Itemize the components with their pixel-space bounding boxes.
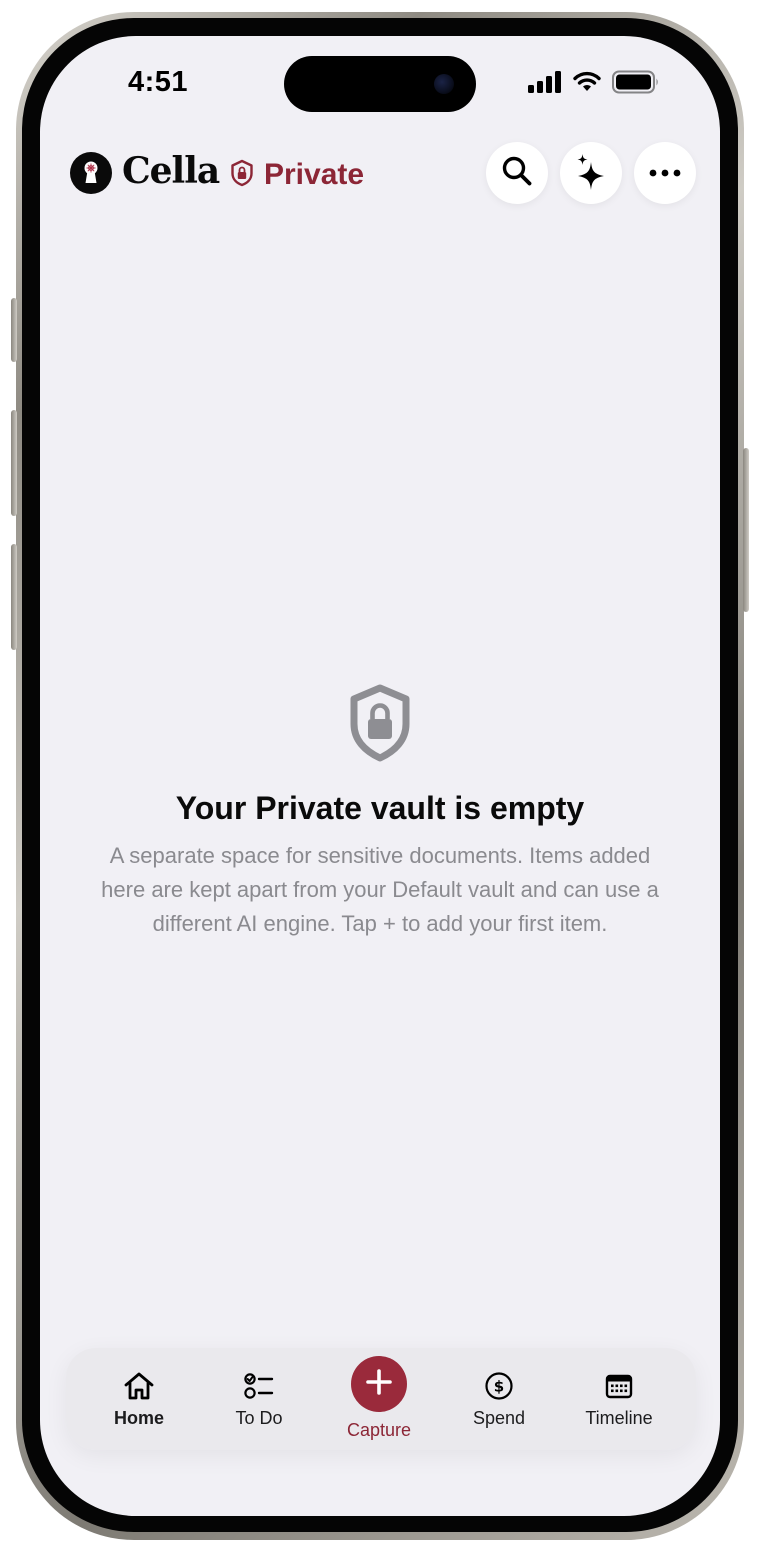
battery-icon bbox=[612, 70, 660, 99]
sparkle-icon bbox=[573, 152, 609, 195]
home-icon bbox=[123, 1370, 155, 1402]
tab-home[interactable]: Home bbox=[79, 1348, 199, 1450]
capture-button[interactable] bbox=[351, 1356, 407, 1412]
shield-lock-icon bbox=[230, 159, 254, 192]
plus-icon bbox=[366, 1368, 392, 1400]
calendar-icon bbox=[603, 1370, 635, 1402]
volume-down-button bbox=[11, 544, 17, 650]
action-button bbox=[11, 298, 17, 362]
empty-state-title: Your Private vault is empty bbox=[175, 790, 585, 826]
tab-home-label: Home bbox=[113, 1408, 164, 1428]
tab-capture[interactable]: Capture bbox=[319, 1348, 439, 1450]
cellular-signal-icon bbox=[528, 71, 562, 98]
empty-state: Your Private vault is empty A separate s… bbox=[40, 684, 720, 941]
tab-timeline-label: Timeline bbox=[585, 1408, 653, 1428]
tab-timeline[interactable]: Timeline bbox=[559, 1348, 679, 1450]
volume-up-button bbox=[11, 410, 17, 516]
vault-name: Private bbox=[264, 158, 365, 191]
empty-state-description: A separate space for sensitive documents… bbox=[101, 843, 659, 936]
vault-switcher[interactable]: Private bbox=[230, 158, 364, 192]
tab-todo-label: To Do bbox=[235, 1408, 283, 1428]
tab-spend[interactable]: $ Spend bbox=[439, 1348, 559, 1450]
tab-spend-label: Spend bbox=[472, 1408, 526, 1428]
app-header: Cella Private bbox=[70, 140, 696, 204]
front-camera bbox=[434, 74, 454, 94]
more-options-button[interactable] bbox=[634, 142, 696, 204]
ai-assistant-button[interactable] bbox=[560, 142, 622, 204]
dollar-circle-icon: $ bbox=[483, 1370, 515, 1402]
search-icon bbox=[500, 154, 534, 193]
dynamic-island bbox=[284, 56, 476, 112]
keyhole-logo-icon bbox=[70, 152, 112, 194]
tab-capture-label: Capture bbox=[346, 1420, 412, 1440]
search-button[interactable] bbox=[486, 142, 548, 204]
shield-lock-icon bbox=[40, 684, 720, 762]
status-icons bbox=[528, 70, 660, 99]
power-button bbox=[743, 448, 749, 612]
tab-bar: Home To Do Capture $ Spend Timeline bbox=[66, 1348, 696, 1450]
ellipsis-icon bbox=[649, 164, 681, 182]
svg-text:$: $ bbox=[494, 1378, 504, 1396]
checklist-icon bbox=[243, 1370, 275, 1402]
tab-todo[interactable]: To Do bbox=[199, 1348, 319, 1450]
wifi-icon bbox=[572, 71, 602, 98]
status-time: 4:51 bbox=[128, 66, 189, 98]
app-name: Cella bbox=[122, 150, 220, 192]
app-screen: 4:51 Cella Private Your Private vault is… bbox=[40, 36, 720, 1516]
